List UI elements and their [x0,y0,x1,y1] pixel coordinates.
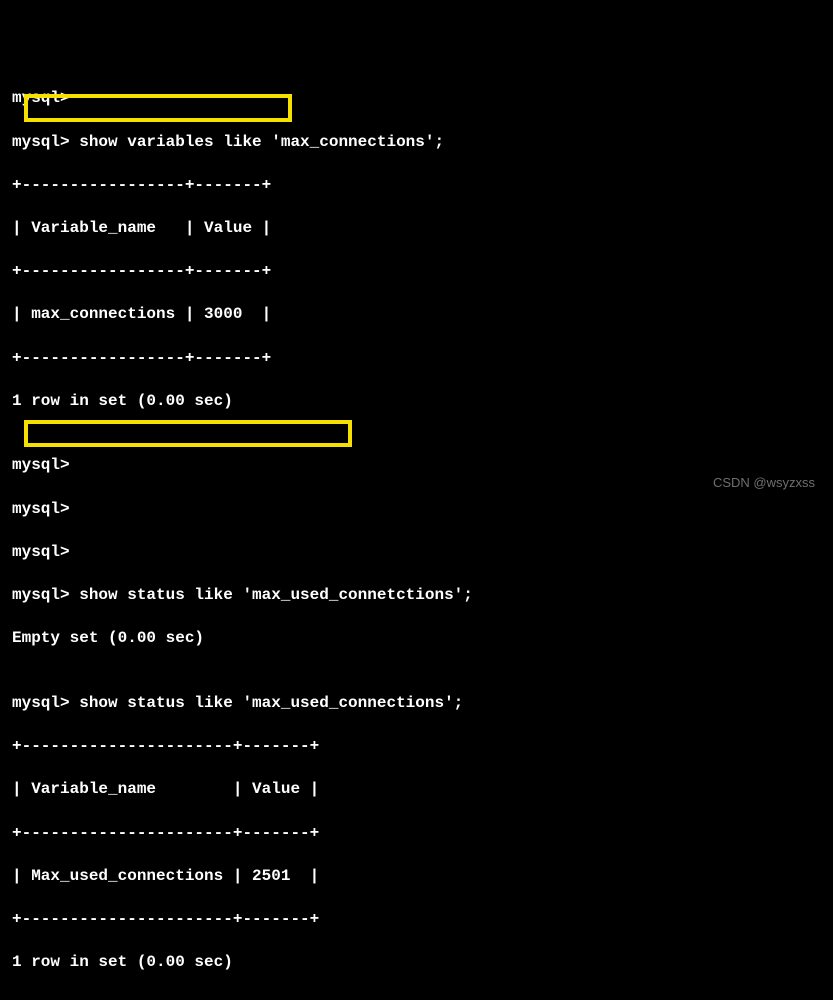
table-row: | max_connections | 3000 | [12,304,821,326]
table-header: | Variable_name | Value | [12,779,821,801]
terminal-line[interactable]: mysql> [12,542,821,564]
result-summary: Empty set (0.00 sec) [12,628,821,650]
terminal-line[interactable]: mysql> [12,455,821,477]
table-border: +----------------------+-------+ [12,823,821,845]
table-border: +----------------------+-------+ [12,736,821,758]
terminal-line[interactable]: mysql> [12,88,821,110]
terminal-line[interactable]: mysql> show variables like 'max_connecti… [12,132,821,154]
table-border: +-----------------+-------+ [12,175,821,197]
table-header: | Variable_name | Value | [12,218,821,240]
table-border: +-----------------+-------+ [12,261,821,283]
result-summary: 1 row in set (0.00 sec) [12,952,821,974]
result-summary: 1 row in set (0.00 sec) [12,391,821,413]
terminal-line[interactable]: mysql> show status like 'max_used_connet… [12,585,821,607]
table-border: +-----------------+-------+ [12,348,821,370]
terminal-line[interactable]: mysql> [12,499,821,521]
table-border: +----------------------+-------+ [12,909,821,931]
table-row: | Max_used_connections | 2501 | [12,866,821,888]
highlight-box-max-used-connections [24,420,352,447]
terminal-line[interactable]: mysql> show status like 'max_used_connec… [12,693,821,715]
watermark: CSDN @wsyzxss [713,474,815,492]
